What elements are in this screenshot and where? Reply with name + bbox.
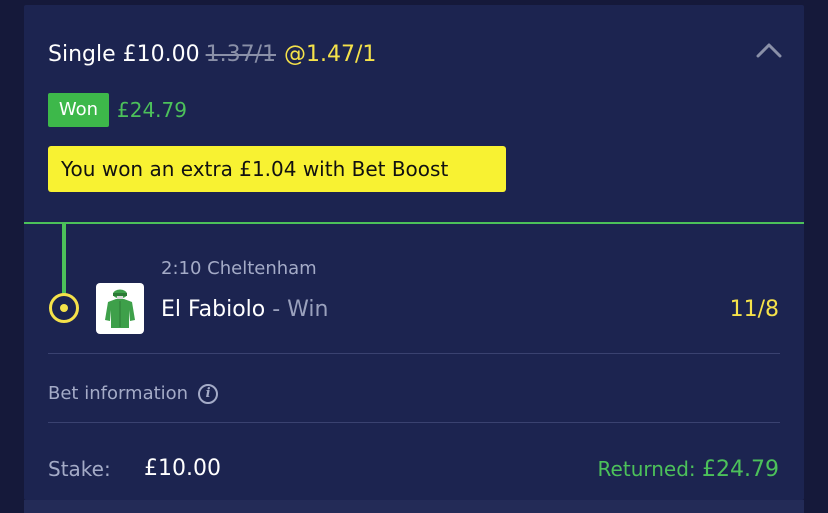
stake-value: £10.00	[144, 456, 221, 481]
divider	[48, 422, 780, 423]
next-card-edge	[24, 500, 804, 513]
selection-odds: 11/8	[729, 297, 779, 322]
chevron-up-icon[interactable]	[756, 39, 782, 63]
bet-information-label: Bet information	[48, 383, 189, 404]
original-odds: 1.37/1	[205, 42, 277, 67]
returned-summary: Returned: £24.79	[598, 455, 779, 484]
bet-type-stake: Single £10.00	[48, 42, 200, 67]
info-icon[interactable]: i	[198, 384, 219, 404]
divider	[48, 353, 780, 354]
selection-marker-icon	[49, 293, 79, 323]
race-name: 2:10 Cheltenham	[161, 258, 317, 279]
won-badge: Won	[48, 93, 109, 127]
won-amount: £24.79	[117, 98, 187, 122]
bet-headline: Single £10.00 1.37/1 @1.47/1	[48, 41, 376, 69]
returned-value: £24.79	[702, 457, 779, 482]
bet-boost-banner: You won an extra £1.04 with Bet Boost	[48, 146, 506, 192]
timeline-line	[62, 224, 66, 294]
selection-line: El Fabiolo - Win	[161, 295, 328, 325]
bet-card: Single £10.00 1.37/1 @1.47/1 Won £24.79 Yo…	[24, 5, 804, 500]
jockey-silks-icon	[96, 283, 144, 334]
market-name: - Win	[265, 297, 329, 322]
bet-information-link[interactable]: Bet information i	[48, 381, 219, 407]
stake-label: Stake:	[48, 457, 111, 481]
returned-label: Returned:	[597, 457, 703, 481]
section-divider	[24, 222, 804, 224]
boosted-odds: @1.47/1	[284, 42, 377, 67]
horse-name: El Fabiolo	[161, 297, 266, 322]
